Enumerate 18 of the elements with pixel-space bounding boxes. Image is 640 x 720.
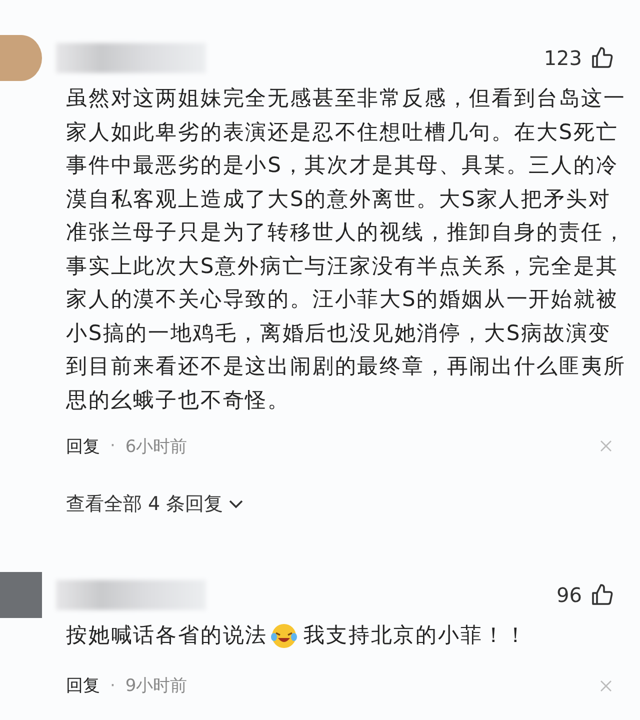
comment-text: 虽然对这两姐妹完全无感甚至非常反感，但看到台岛这一家人如此卑劣的表演还是忍不住想吐槽几句。在大S死亡事件中最恶劣的是小S，其次才是其母、具某。三人的冷漠自私客观上造成了大S的意外离世。大S家人把矛头对准张兰母子只是为了转移世人的视线，推卸自身的责任，事实上此次大S意外病亡与汪家没有半点关系，完全是其家人的漠不关心导致的。汪小菲大S的婚姻从一开始就被小S搞的一地鸡毛，离婚后也没见她消停，大S病故演变到目前来看还不是这出闹剧的最终章，再闹出什么匪夷所思的幺蛾子也不奇怪。 <box>66 85 627 414</box>
reply-link[interactable]: 回复 <box>66 674 100 697</box>
thumbs-up-icon[interactable] <box>590 583 614 607</box>
comment-time: 6小时前 <box>125 436 188 458</box>
like-count: 96 <box>556 583 582 607</box>
view-replies-link[interactable]: 查看全部 4 条回复 <box>66 491 640 517</box>
reply-link[interactable]: 回复 <box>66 434 100 458</box>
chevron-down-icon <box>229 499 244 509</box>
thumbs-up-icon[interactable] <box>590 46 614 70</box>
avatar[interactable] <box>0 35 42 81</box>
separator-dot: · <box>110 436 116 456</box>
close-icon[interactable] <box>600 680 612 692</box>
separator-dot: · <box>110 676 116 696</box>
comment-text: 按她喊话各省的说法 我支持北京的小菲！！ <box>66 619 632 652</box>
comment-time: 9小时前 <box>125 675 188 697</box>
laughing-emoji-icon <box>270 623 298 650</box>
like-count: 123 <box>544 46 582 70</box>
close-icon[interactable] <box>600 440 612 452</box>
